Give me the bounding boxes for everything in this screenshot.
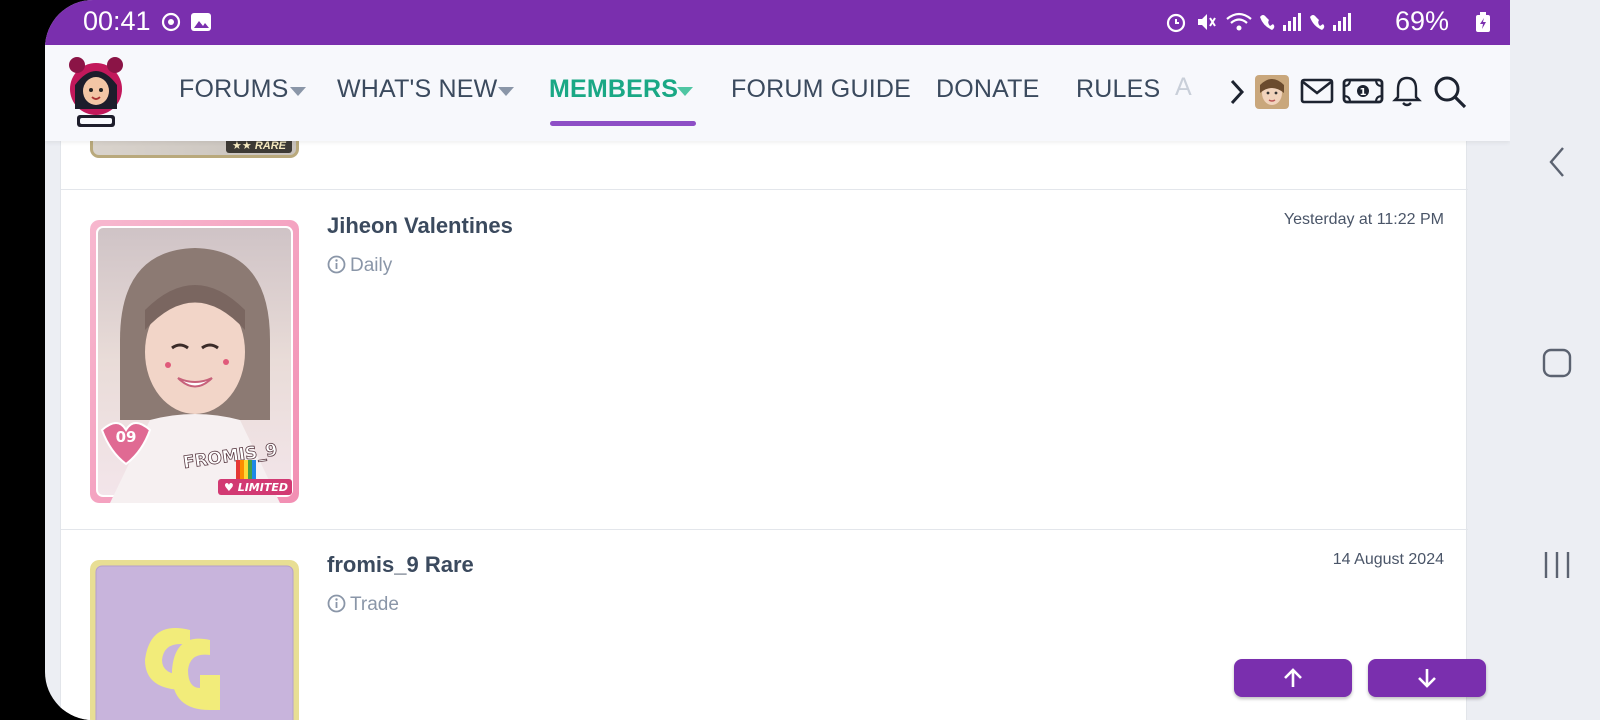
bell-icon[interactable] [1392, 75, 1422, 107]
envelope-icon[interactable] [1300, 78, 1334, 104]
nav-forums-caret-icon[interactable] [290, 87, 306, 96]
nav-members-caret-icon[interactable] [677, 87, 693, 96]
browser-viewport: 00:41 69% FORUMS WHAT'S NEW MEMBERS FORU… [45, 0, 1510, 720]
site-logo[interactable] [63, 51, 129, 131]
nav-whats-new[interactable]: WHAT'S NEW [337, 75, 497, 104]
svg-text:1: 1 [1360, 87, 1367, 98]
site-nav: FORUMS WHAT'S NEW MEMBERS FORUM GUIDE DO… [45, 45, 1510, 141]
gallery-icon [191, 13, 211, 31]
arrow-down-icon [1418, 669, 1436, 688]
battery-icon [1476, 12, 1490, 32]
signal-sim1-icon [1260, 13, 1301, 31]
nav-donate[interactable]: DONATE [936, 75, 1040, 104]
scroll-up-button[interactable] [1234, 659, 1352, 697]
screen: 00:41 69% FORUMS WHAT'S NEW MEMBERS FORU… [0, 0, 1600, 720]
nav-overflow-item[interactable]: A [1175, 73, 1192, 102]
item-meta: Daily [327, 255, 392, 277]
card-rarity: LIMITED [238, 481, 288, 494]
item-meta: Trade [327, 594, 399, 616]
info-icon [327, 255, 346, 274]
active-tab-indicator [550, 121, 696, 126]
row-separator [61, 529, 1468, 530]
content-panel: ★★ RARE 09 FROMIS_9 ♥ LIMITED Jiheon Val… [60, 131, 1468, 720]
item-date: Yesterday at 11:22 PM [1283, 211, 1444, 228]
row-separator [61, 189, 1468, 190]
arrow-up-icon [1284, 668, 1302, 687]
nav-whats-new-caret-icon[interactable] [498, 87, 514, 96]
card-number: 09 [116, 428, 137, 446]
alarm-icon [1166, 13, 1186, 33]
home-icon[interactable] [1542, 348, 1572, 378]
nav-forum-guide[interactable]: FORUM GUIDE [731, 75, 911, 104]
item-title[interactable]: fromis_9 Rare [327, 552, 474, 578]
info-icon [327, 594, 346, 613]
card-image[interactable] [90, 560, 299, 720]
item-date: 14 August 2024 [1332, 551, 1444, 568]
avatar[interactable] [1255, 75, 1289, 109]
item-title[interactable]: Jiheon Valentines [327, 213, 513, 239]
back-icon[interactable] [1546, 145, 1568, 179]
recent-apps-icon[interactable] [1542, 550, 1572, 580]
search-icon[interactable] [1433, 75, 1467, 109]
chevron-right-icon[interactable] [1228, 77, 1246, 107]
battery-percent: 69% [1395, 6, 1450, 36]
nav-rules[interactable]: RULES [1076, 75, 1160, 104]
svg-text:♥ LIMITED: ♥ LIMITED [224, 481, 288, 494]
signal-sim2-icon [1310, 13, 1351, 31]
android-navigation-bar [1510, 0, 1600, 720]
mute-icon [1198, 14, 1216, 30]
wifi-icon [1226, 12, 1252, 31]
status-time: 00:41 [83, 6, 151, 36]
scroll-down-button[interactable] [1368, 659, 1486, 697]
status-bar: 00:41 69% [45, 0, 1510, 45]
sync-icon [161, 12, 181, 32]
card-image[interactable]: 09 FROMIS_9 ♥ LIMITED [90, 220, 299, 503]
cash-icon[interactable]: 1 [1342, 78, 1384, 104]
nav-members[interactable]: MEMBERS [549, 75, 678, 104]
nav-forums[interactable]: FORUMS [179, 75, 289, 104]
